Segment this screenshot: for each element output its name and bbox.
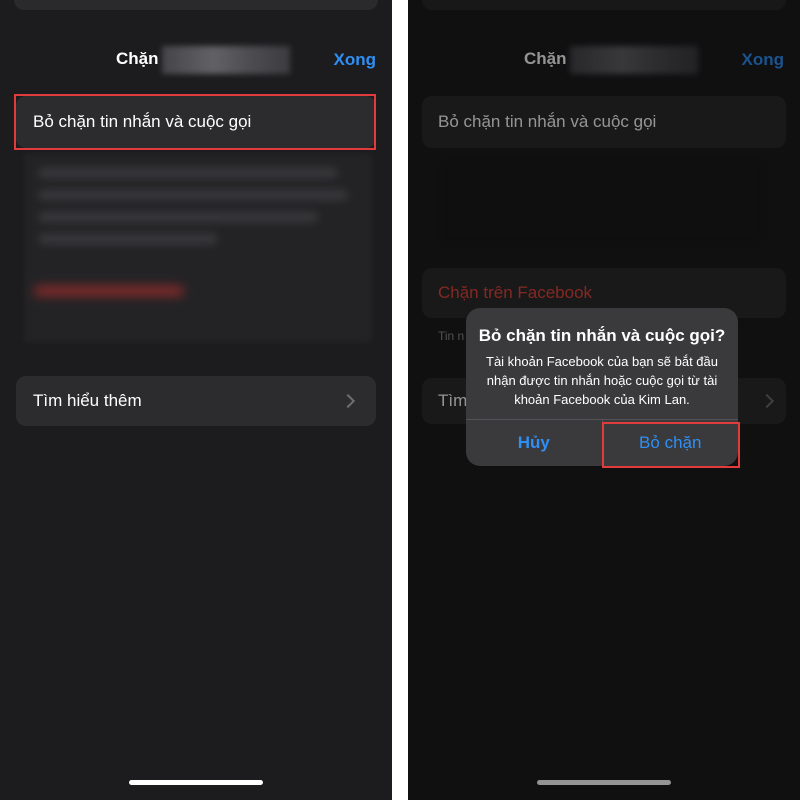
highlight-unblock-button [602,422,740,468]
highlight-unblock-row [14,94,376,150]
blurred-contact-name [162,46,290,74]
right-screen: Chặn Xong Bỏ chặn tin nhắn và cuộc gọi C… [408,0,800,800]
alert-message: Tài khoản Facebook của bạn sẽ bắt đầu nh… [486,354,718,407]
learn-more-label: Tìm hiểu thêm [33,391,142,410]
cancel-button[interactable]: Hủy [466,420,603,466]
learn-more-row[interactable]: Tìm hiểu thêm [16,376,376,426]
done-button[interactable]: Xong [334,50,377,70]
home-indicator [129,780,263,785]
left-screen: Chặn Xong Bỏ chặn tin nhắn và cuộc gọi T… [0,0,392,800]
blurred-content [24,154,372,342]
sheet-stack-edge [14,0,378,10]
chevron-right-icon [340,393,356,409]
alert-title: Bỏ chặn tin nhắn và cuộc gọi? [478,326,726,345]
nav-title: Chặn [116,49,159,68]
